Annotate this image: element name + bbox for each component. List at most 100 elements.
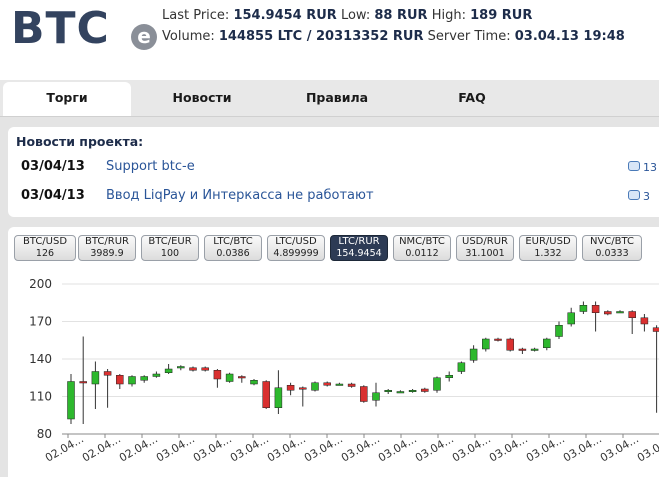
pair-btc-usd[interactable]: BTC/USD 126 — [14, 235, 76, 261]
candle-body — [152, 373, 161, 377]
candle-body — [91, 371, 100, 385]
y-tick-label: 80 — [37, 427, 52, 441]
pair-name: LTC/RUR — [338, 236, 380, 247]
high-label: High: — [431, 8, 466, 23]
news-item: 03/04/13 Support btc-e — [21, 159, 195, 174]
header: BTC e Last Price: 154.9454 RUR Low: 88 R… — [0, 0, 659, 80]
volume-value: 144855 LTC / 20313352 RUR — [218, 29, 424, 44]
candle-body — [408, 390, 417, 392]
tab-faq[interactable]: FAQ — [410, 82, 534, 114]
candle-body — [311, 382, 319, 391]
news-title: Новости проекта: — [16, 134, 144, 149]
candle-body — [238, 376, 246, 379]
y-tick-label: 200 — [29, 277, 52, 291]
candle-body — [299, 387, 307, 390]
tab-trading[interactable]: Торги — [3, 82, 131, 116]
candle-body — [189, 367, 197, 371]
comment-icon — [628, 161, 640, 171]
y-tick-label: 140 — [29, 352, 52, 366]
volume-label: Volume: — [162, 29, 215, 44]
pair-value: 126 — [35, 248, 55, 259]
pair-value: 100 — [160, 248, 180, 259]
candle-body — [347, 383, 356, 387]
candle-body — [164, 368, 173, 373]
comment-count[interactable]: 13 — [628, 161, 657, 174]
pair-name: USD/RUR — [462, 236, 508, 247]
low-label: Low: — [340, 8, 371, 23]
candle-body — [579, 305, 588, 312]
candle-body — [506, 338, 514, 351]
y-tick-label: 110 — [29, 390, 52, 404]
pair-value: 154.9454 — [336, 248, 382, 259]
candle-body — [286, 385, 295, 391]
last-price-value: 154.9454 RUR — [233, 8, 337, 23]
candle-body — [396, 391, 405, 394]
news-item: 03/04/13 Ввод LiqPay и Интеркасса не рабо… — [21, 188, 374, 203]
pair-ltc-rur[interactable]: LTC/RUR 154.9454 — [330, 235, 388, 261]
comment-count[interactable]: 3 — [628, 190, 650, 203]
pair-nmc-btc[interactable]: NMC/BTC 0.0112 — [393, 235, 451, 261]
x-tick-label: 03.04... — [598, 432, 641, 464]
candle-body — [335, 383, 344, 386]
news-date: 03/04/13 — [21, 159, 85, 174]
x-tick-label: 03.04... — [487, 432, 530, 464]
pair-btc-rur[interactable]: BTC/RUR 3989.9 — [78, 235, 136, 261]
x-tick-label: 03.04... — [302, 432, 345, 464]
pair-value: 1.332 — [534, 248, 562, 259]
candle-body — [543, 338, 551, 348]
tab-rules[interactable]: Правила — [275, 82, 399, 114]
candle-body — [262, 381, 270, 408]
pair-ltc-usd[interactable]: LTC/USD 4.899999 — [267, 235, 325, 261]
pair-value: 0.0333 — [595, 248, 629, 259]
candle-body — [591, 305, 600, 313]
candle-body — [433, 377, 441, 391]
news-link[interactable]: Support btc-e — [106, 159, 195, 174]
candle-body — [421, 388, 429, 392]
pair-nvc-btc[interactable]: NVC/BTC 0.0333 — [582, 235, 642, 261]
x-tick-label: 02.04... — [80, 432, 123, 464]
candle-body — [225, 373, 234, 382]
pair-ltc-btc[interactable]: LTC/BTC 0.0386 — [204, 235, 262, 261]
tab-news[interactable]: Новости — [140, 82, 264, 114]
candle-body — [67, 381, 75, 420]
pair-name: LTC/BTC — [213, 236, 253, 247]
pair-name: BTC/USD — [22, 236, 68, 247]
pair-value: 31.1001 — [465, 248, 505, 259]
candle-body — [213, 370, 222, 380]
pair-name: EUR/USD — [525, 236, 571, 247]
candle-body — [628, 311, 636, 318]
news-link[interactable]: Ввод LiqPay и Интеркасса не работают — [106, 188, 374, 203]
pair-eur-usd[interactable]: EUR/USD 1.332 — [519, 235, 577, 261]
candle-body — [494, 338, 502, 341]
candle-body — [469, 348, 478, 361]
pair-name: BTC/EUR — [148, 236, 192, 247]
low-value: 88 RUR — [374, 8, 428, 23]
pair-value: 4.899999 — [273, 248, 319, 259]
pair-usd-rur[interactable]: USD/RUR 31.1001 — [456, 235, 514, 261]
x-tick-label: 02.04... — [117, 432, 160, 464]
comment-icon — [628, 190, 640, 200]
candle-body — [140, 376, 148, 381]
x-tick-label: 03.04... — [635, 432, 659, 464]
candle-body — [384, 390, 392, 392]
candle-body — [128, 376, 136, 385]
high-value: 189 RUR — [470, 8, 533, 23]
candle-body — [457, 362, 466, 372]
logo-text: BTC — [11, 3, 110, 54]
candle-body — [652, 327, 659, 332]
pair-name: BTC/RUR — [85, 236, 129, 247]
logo-e-badge: e — [131, 24, 157, 50]
x-tick-label: 03.04... — [191, 432, 234, 464]
candle-body — [274, 387, 283, 408]
comment-count-value: 13 — [643, 161, 657, 174]
comment-count-value: 3 — [643, 190, 650, 203]
candle-body — [445, 375, 453, 378]
candle-body — [201, 367, 209, 371]
candle-body — [555, 325, 563, 337]
pair-btc-eur[interactable]: BTC/EUR 100 — [141, 235, 199, 261]
candle-body — [323, 382, 331, 386]
pair-value: 0.0386 — [216, 248, 250, 259]
pair-name: NVC/BTC — [589, 236, 635, 247]
pair-name: LTC/USD — [275, 236, 317, 247]
candle-body — [482, 338, 490, 350]
